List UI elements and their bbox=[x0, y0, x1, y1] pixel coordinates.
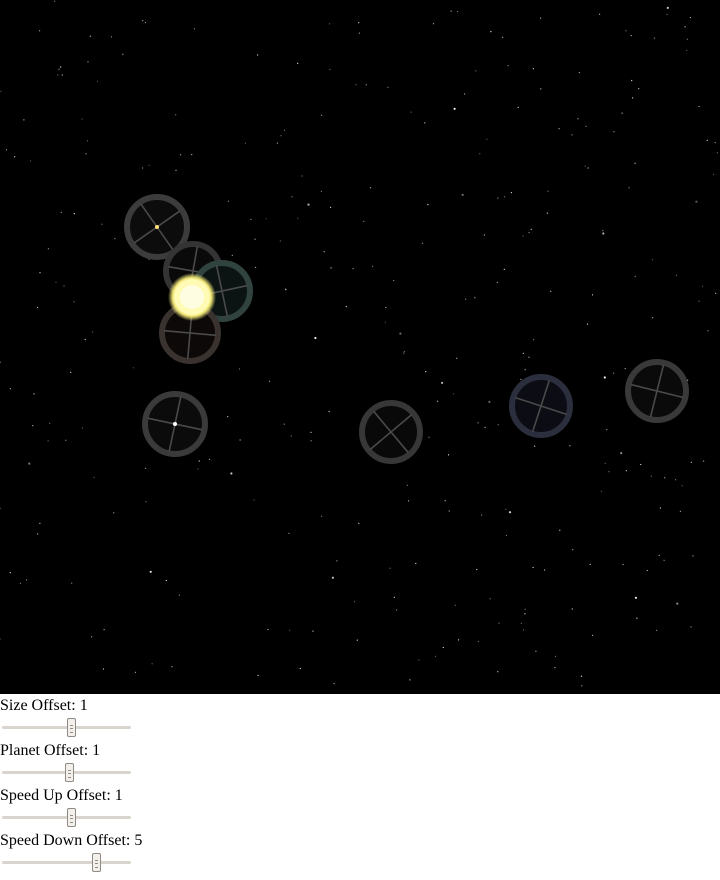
planet-offset-control: Planet Offset: 1 bbox=[0, 739, 720, 784]
speed-up-offset-value: 1 bbox=[114, 787, 123, 804]
planet-marker-5 bbox=[142, 391, 208, 457]
space-canvas[interactable] bbox=[0, 0, 720, 694]
slider-thumb[interactable] bbox=[65, 763, 75, 782]
speed-down-offset-slider[interactable] bbox=[2, 853, 131, 873]
speed-down-offset-label: Speed Down Offset: 5 bbox=[0, 832, 143, 849]
speed-down-offset-value: 5 bbox=[134, 832, 143, 849]
size-offset-value: 1 bbox=[79, 697, 88, 714]
planet-marker-6 bbox=[359, 400, 423, 464]
speed-down-offset-control: Speed Down Offset: 5 bbox=[0, 829, 720, 874]
speed-up-offset-slider[interactable] bbox=[2, 808, 131, 828]
size-offset-slider[interactable] bbox=[2, 718, 131, 738]
size-offset-label: Size Offset: 1 bbox=[0, 697, 88, 714]
sun-icon bbox=[168, 273, 216, 321]
planet-marker-8 bbox=[625, 359, 689, 423]
slider-thumb[interactable] bbox=[66, 718, 76, 737]
planet-offset-label: Planet Offset: 1 bbox=[0, 742, 101, 759]
planet-marker-7 bbox=[509, 374, 573, 438]
slider-thumb[interactable] bbox=[66, 808, 76, 827]
planet-offset-slider[interactable] bbox=[2, 763, 131, 783]
controls-panel: Size Offset: 1 Planet Offset: 1 Speed Up O… bbox=[0, 694, 720, 874]
planet-offset-value: 1 bbox=[92, 742, 101, 759]
speed-up-offset-label: Speed Up Offset: 1 bbox=[0, 787, 123, 804]
slider-thumb[interactable] bbox=[92, 853, 102, 872]
speed-up-offset-control: Speed Up Offset: 1 bbox=[0, 784, 720, 829]
size-offset-control: Size Offset: 1 bbox=[0, 694, 720, 739]
solar-system bbox=[124, 194, 689, 464]
